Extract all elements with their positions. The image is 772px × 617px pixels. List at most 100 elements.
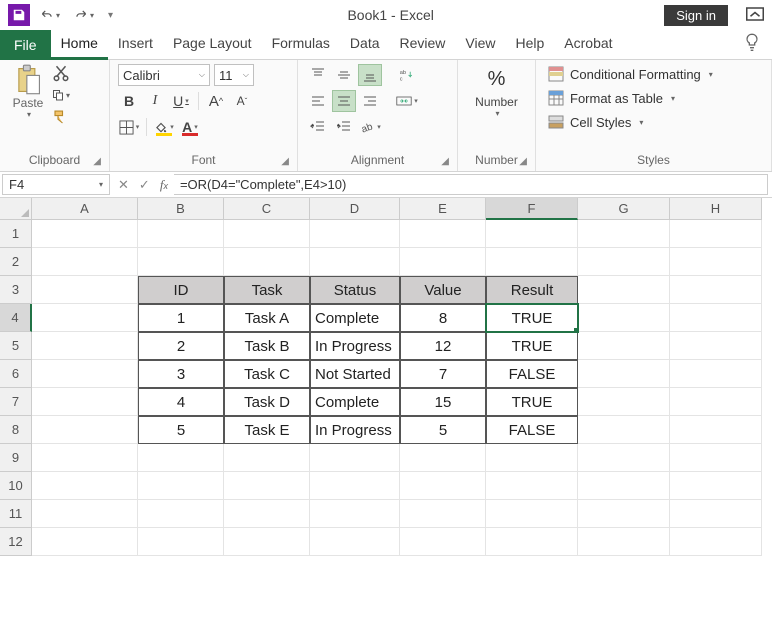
row-header-3[interactable]: 3 — [0, 276, 32, 304]
cell-F6[interactable]: FALSE — [486, 360, 578, 388]
cell-C9[interactable] — [224, 444, 310, 472]
cell-A5[interactable] — [32, 332, 138, 360]
insert-function-button[interactable]: fx — [160, 177, 168, 193]
cell-B4[interactable]: 1 — [138, 304, 224, 332]
cell-F11[interactable] — [486, 500, 578, 528]
orientation-button[interactable]: ab▾ — [358, 116, 382, 138]
cell-B3[interactable]: ID — [138, 276, 224, 304]
cell-A8[interactable] — [32, 416, 138, 444]
cell-styles-button[interactable]: Cell Styles▾ — [544, 112, 717, 132]
cell-H6[interactable] — [670, 360, 762, 388]
cell-H8[interactable] — [670, 416, 762, 444]
cell-F1[interactable] — [486, 220, 578, 248]
merge-center-button[interactable]: ▾ — [392, 90, 422, 112]
signin-button[interactable]: Sign in — [664, 5, 728, 26]
align-right-button[interactable] — [358, 90, 382, 112]
font-name-select[interactable]: Calibri⌵ — [118, 64, 210, 86]
tab-insert[interactable]: Insert — [108, 29, 163, 60]
format-as-table-button[interactable]: Format as Table▾ — [544, 88, 717, 108]
cell-A4[interactable] — [32, 304, 138, 332]
cell-E11[interactable] — [400, 500, 486, 528]
cell-D3[interactable]: Status — [310, 276, 400, 304]
italic-button[interactable]: I — [144, 90, 166, 112]
cell-F4[interactable]: TRUE — [486, 304, 578, 332]
cut-button[interactable] — [52, 64, 70, 82]
cell-E9[interactable] — [400, 444, 486, 472]
tab-page-layout[interactable]: Page Layout — [163, 29, 262, 60]
align-middle-button[interactable] — [332, 64, 356, 86]
cell-G12[interactable] — [578, 528, 670, 556]
row-header-10[interactable]: 10 — [0, 472, 32, 500]
cell-A12[interactable] — [32, 528, 138, 556]
row-header-8[interactable]: 8 — [0, 416, 32, 444]
cell-F10[interactable] — [486, 472, 578, 500]
tab-file[interactable]: File — [0, 30, 51, 60]
cell-D4[interactable]: Complete — [310, 304, 400, 332]
cell-B5[interactable]: 2 — [138, 332, 224, 360]
cell-E3[interactable]: Value — [400, 276, 486, 304]
col-header-E[interactable]: E — [400, 198, 486, 220]
row-header-2[interactable]: 2 — [0, 248, 32, 276]
decrease-indent-button[interactable] — [306, 116, 330, 138]
cell-A7[interactable] — [32, 388, 138, 416]
row-header-5[interactable]: 5 — [0, 332, 32, 360]
row-header-7[interactable]: 7 — [0, 388, 32, 416]
align-bottom-button[interactable] — [358, 64, 382, 86]
cancel-formula-button[interactable]: ✕ — [118, 177, 129, 193]
cell-G11[interactable] — [578, 500, 670, 528]
cell-D8[interactable]: In Progress — [310, 416, 400, 444]
save-button[interactable] — [8, 4, 30, 26]
cell-E6[interactable]: 7 — [400, 360, 486, 388]
cell-G8[interactable] — [578, 416, 670, 444]
ribbon-display-options[interactable] — [746, 7, 764, 24]
cell-F8[interactable]: FALSE — [486, 416, 578, 444]
alignment-launcher[interactable]: ◢ — [441, 156, 449, 167]
align-top-button[interactable] — [306, 64, 330, 86]
cell-F12[interactable] — [486, 528, 578, 556]
col-header-G[interactable]: G — [578, 198, 670, 220]
row-header-11[interactable]: 11 — [0, 500, 32, 528]
select-all-corner[interactable] — [0, 198, 32, 220]
cell-H10[interactable] — [670, 472, 762, 500]
qat-customize[interactable]: ▾ — [104, 10, 117, 21]
cell-A10[interactable] — [32, 472, 138, 500]
cell-E8[interactable]: 5 — [400, 416, 486, 444]
cell-G6[interactable] — [578, 360, 670, 388]
col-header-D[interactable]: D — [310, 198, 400, 220]
row-header-6[interactable]: 6 — [0, 360, 32, 388]
cell-E10[interactable] — [400, 472, 486, 500]
tab-home[interactable]: Home — [51, 29, 108, 60]
cell-D6[interactable]: Not Started — [310, 360, 400, 388]
cell-C12[interactable] — [224, 528, 310, 556]
cell-B9[interactable] — [138, 444, 224, 472]
cell-H2[interactable] — [670, 248, 762, 276]
cell-E2[interactable] — [400, 248, 486, 276]
increase-indent-button[interactable] — [332, 116, 356, 138]
cell-A1[interactable] — [32, 220, 138, 248]
cell-F5[interactable]: TRUE — [486, 332, 578, 360]
cell-C2[interactable] — [224, 248, 310, 276]
font-launcher[interactable]: ◢ — [281, 156, 289, 167]
cell-A9[interactable] — [32, 444, 138, 472]
tab-formulas[interactable]: Formulas — [262, 29, 340, 60]
formula-input[interactable]: =OR(D4="Complete",E4>10) — [174, 174, 768, 195]
copy-button[interactable]: ▾ — [52, 86, 70, 104]
cell-B11[interactable] — [138, 500, 224, 528]
cell-B6[interactable]: 3 — [138, 360, 224, 388]
cell-H12[interactable] — [670, 528, 762, 556]
cell-E4[interactable]: 8 — [400, 304, 486, 332]
clipboard-launcher[interactable]: ◢ — [93, 156, 101, 167]
cell-C6[interactable]: Task C — [224, 360, 310, 388]
cell-G5[interactable] — [578, 332, 670, 360]
row-header-12[interactable]: 12 — [0, 528, 32, 556]
cell-E5[interactable]: 12 — [400, 332, 486, 360]
cell-E12[interactable] — [400, 528, 486, 556]
cell-G7[interactable] — [578, 388, 670, 416]
row-header-9[interactable]: 9 — [0, 444, 32, 472]
cell-D2[interactable] — [310, 248, 400, 276]
cell-H1[interactable] — [670, 220, 762, 248]
cell-H4[interactable] — [670, 304, 762, 332]
borders-button[interactable]: ▾ — [118, 116, 140, 138]
underline-button[interactable]: U▾ — [170, 90, 192, 112]
cell-F9[interactable] — [486, 444, 578, 472]
